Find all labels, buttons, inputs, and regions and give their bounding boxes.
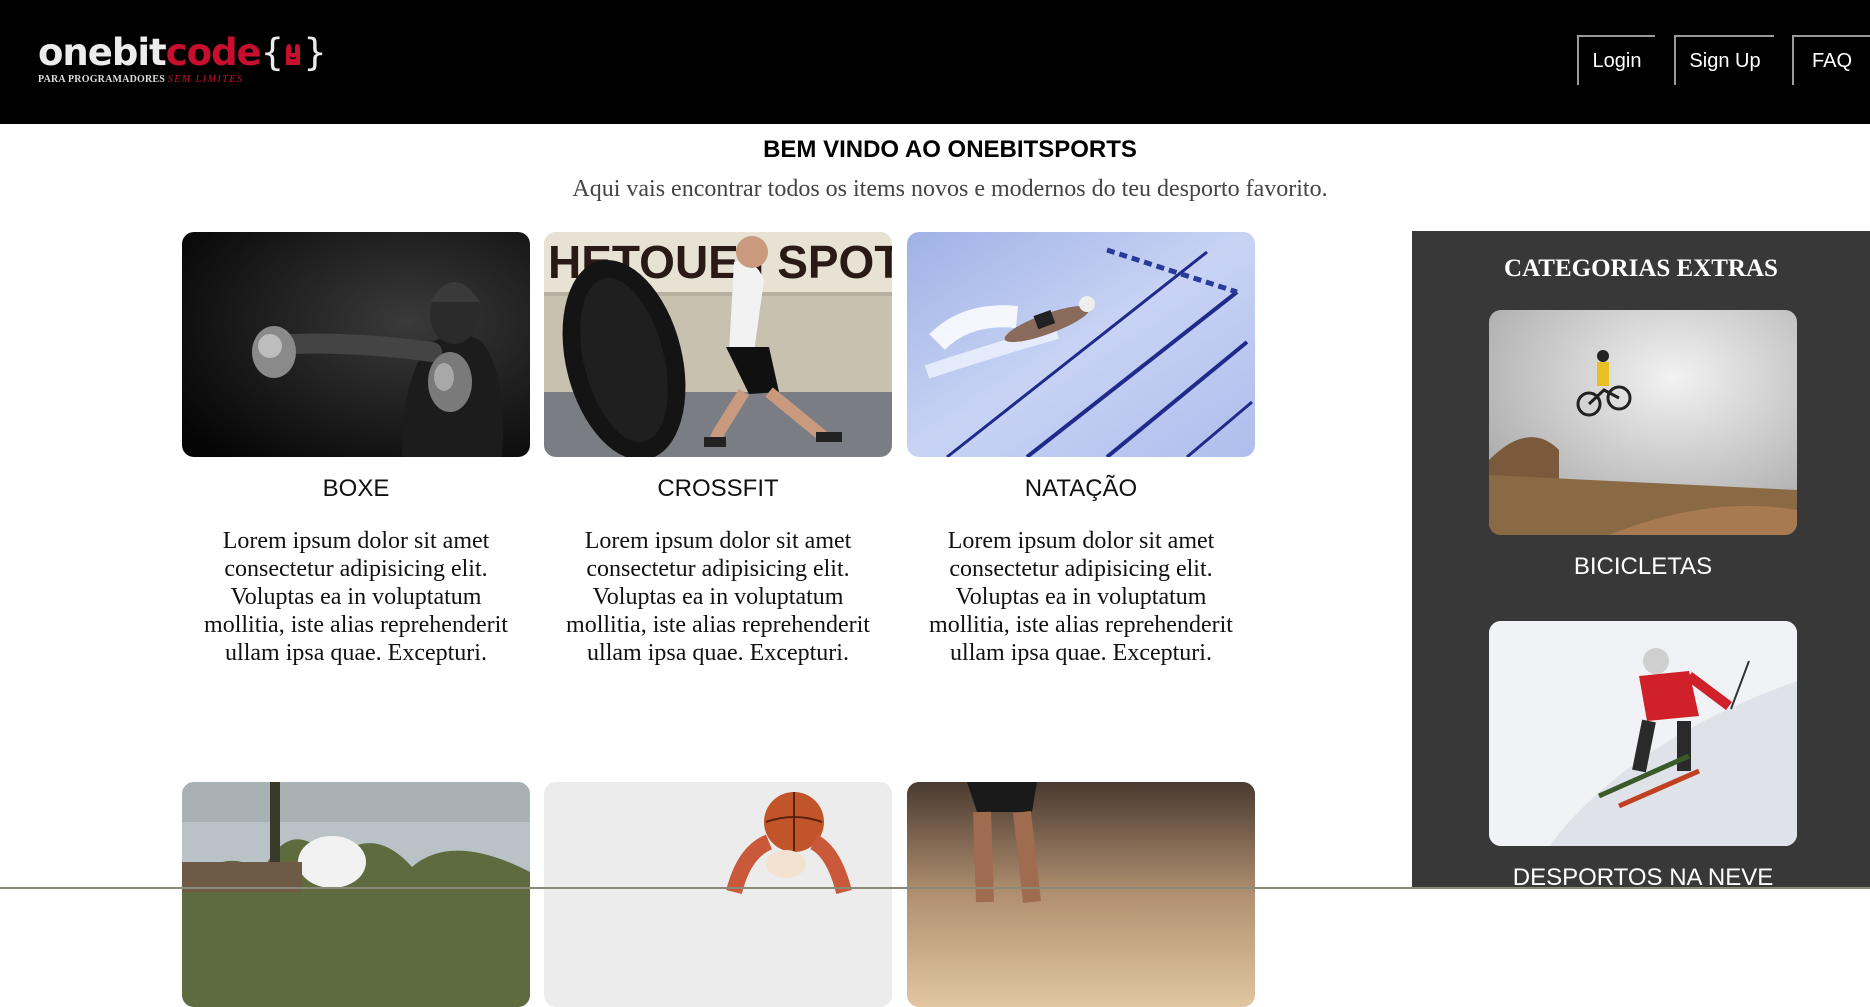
faq-button[interactable]: FAQ (1792, 35, 1870, 85)
onebitcode-logo[interactable]: onebitcode{} PARA PROGRAMADORES SEM LIMI… (38, 30, 327, 85)
card-row2-3[interactable] (907, 782, 1255, 1007)
card-row2-2[interactable] (544, 782, 892, 1007)
card-photo[interactable] (182, 782, 530, 1007)
site-header: onebitcode{} PARA PROGRAMADORES SEM LIMI… (0, 0, 1870, 124)
card-title: BOXE (322, 475, 390, 502)
extra-categories-sidebar: CATEGORIAS EXTRAS BICICLETAS DESPORTOS N… (1412, 231, 1870, 892)
card-title: NATAÇÃO (1024, 475, 1138, 502)
sidebar-heading: CATEGORIAS EXTRAS (1504, 255, 1778, 282)
sidebar-item-neve[interactable]: DESPORTOS NA NEVE (1489, 621, 1797, 892)
card-photo[interactable] (544, 782, 892, 1007)
natacao-photo[interactable] (907, 232, 1255, 457)
boxe-photo[interactable] (182, 232, 530, 457)
card-title: CROSSFIT (657, 475, 779, 502)
crossfit-photo[interactable]: HETOUE I SPOT (544, 232, 892, 457)
login-button[interactable]: Login (1577, 35, 1655, 85)
signup-button[interactable]: Sign Up (1674, 35, 1774, 85)
bicicletas-photo[interactable] (1489, 310, 1797, 535)
page-title: BEM VINDO AO ONEBITSPORTS (763, 136, 1137, 163)
card-crossfit[interactable]: HETOUE I SPOT CROSSFIT Lorem ipsum dolor… (544, 232, 892, 667)
card-photo[interactable] (907, 782, 1255, 1007)
card-description: Lorem ipsum dolor sit amet consectetur a… (566, 528, 870, 666)
neve-photo[interactable] (1489, 621, 1797, 846)
sidebar-item-bicicletas[interactable]: BICICLETAS (1489, 310, 1797, 581)
card-natacao[interactable]: NATAÇÃO Lorem ipsum dolor sit amet conse… (907, 232, 1255, 667)
rock-hand-icon (286, 44, 301, 65)
page-subtitle: Aqui vais encontrar todos os items novos… (572, 176, 1328, 202)
card-row2-1[interactable] (182, 782, 530, 1007)
logo-wordmark: onebitcode{} (38, 31, 327, 74)
sidebar-item-label: BICICLETAS (1573, 553, 1713, 580)
card-boxe[interactable]: BOXE Lorem ipsum dolor sit amet consecte… (182, 232, 530, 667)
card-description: Lorem ipsum dolor sit amet consectetur a… (929, 528, 1233, 666)
card-description: Lorem ipsum dolor sit amet consectetur a… (204, 528, 508, 666)
